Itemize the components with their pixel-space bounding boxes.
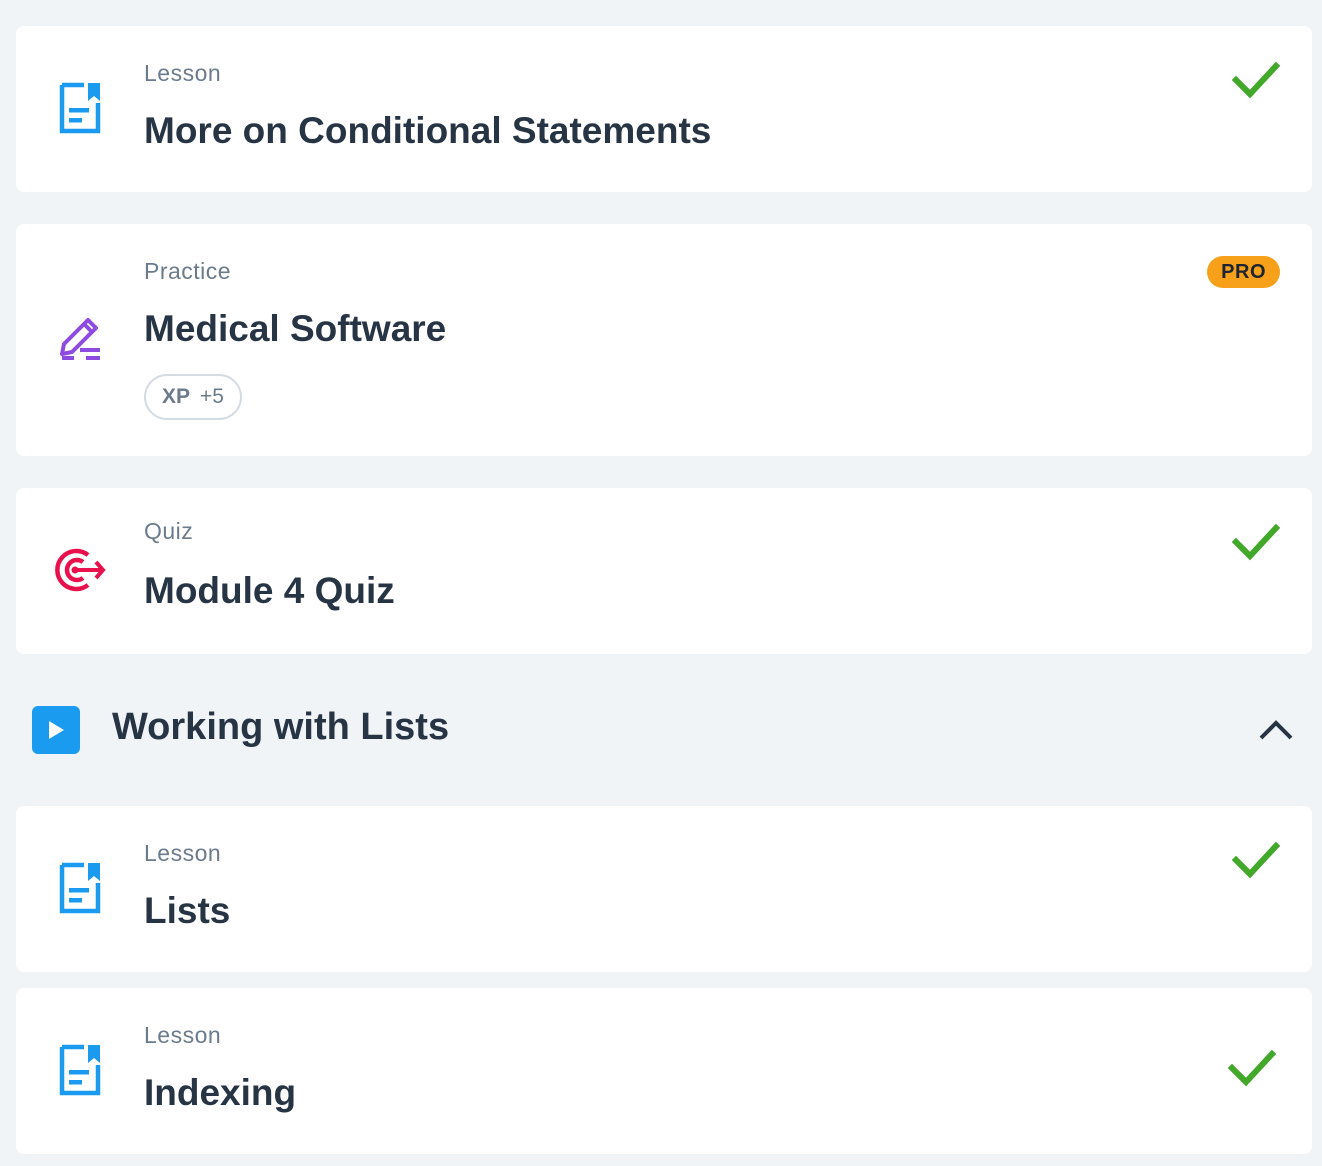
lesson-card-conditional[interactable]: Lesson More on Conditional Statements (16, 26, 1312, 192)
lesson-icon (54, 1044, 106, 1096)
xp-value: +5 (200, 385, 224, 408)
item-kind-label: Lesson (144, 840, 222, 866)
practice-pencil-icon (54, 312, 106, 364)
practice-card-medical-software[interactable]: Practice Medical Software PRO XP +5 (16, 224, 1312, 456)
pro-badge: PRO (1207, 256, 1280, 288)
item-kind-label: Lesson (144, 1022, 222, 1048)
quiz-card-module-4[interactable]: Quiz Module 4 Quiz (16, 488, 1312, 654)
completed-check-icon (1228, 1049, 1276, 1087)
chevron-up-icon[interactable] (1254, 708, 1298, 752)
section-title: Working with Lists (112, 706, 450, 748)
lesson-icon (54, 862, 106, 914)
item-kind-label: Lesson (144, 60, 222, 86)
item-title: Module 4 Quiz (144, 570, 395, 611)
item-kind-label: Practice (144, 258, 232, 284)
item-title: Medical Software (144, 308, 447, 349)
item-title: More on Conditional Statements (144, 110, 712, 151)
lesson-icon (54, 82, 106, 134)
completed-check-icon (1232, 841, 1280, 879)
play-icon (32, 706, 80, 754)
xp-label: XP (162, 385, 191, 408)
completed-check-icon (1232, 61, 1280, 99)
item-title: Lists (144, 890, 231, 931)
completed-check-icon (1232, 523, 1280, 561)
quiz-target-icon (54, 544, 106, 596)
xp-reward-pill: XP +5 (144, 374, 242, 420)
item-title: Indexing (144, 1072, 297, 1113)
module-section-header[interactable]: Working with Lists (0, 688, 1322, 772)
lesson-card-indexing[interactable]: Lesson Indexing (16, 988, 1312, 1154)
item-kind-label: Quiz (144, 518, 194, 544)
lesson-card-lists[interactable]: Lesson Lists (16, 806, 1312, 972)
